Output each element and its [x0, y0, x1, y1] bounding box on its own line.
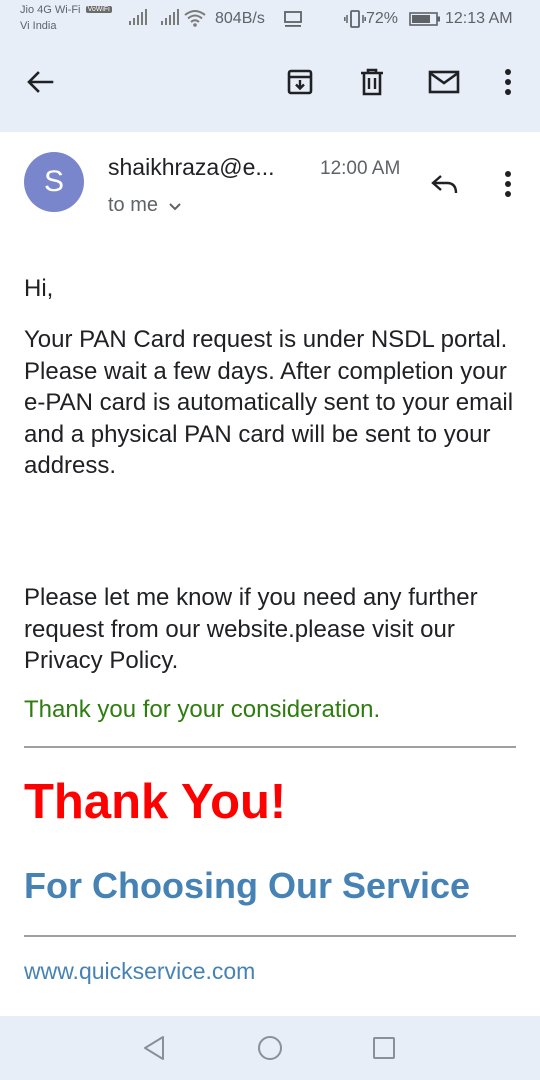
delete-icon [361, 68, 383, 96]
sent-time: 12:00 AM [320, 158, 401, 179]
battery-icon [409, 12, 440, 26]
carrier-primary-label: Jio 4G Wi-Fi [20, 4, 81, 16]
more-vert-icon [505, 171, 511, 197]
reply-button[interactable] [424, 164, 464, 204]
avatar-initial: S [43, 165, 64, 198]
message-paragraph: Your PAN Card request is under NSDL port… [24, 326, 514, 479]
vowifi-badge: VoWiFi [85, 6, 112, 13]
reply-icon [431, 175, 458, 194]
clock: 12:13 AM [445, 10, 513, 27]
toolbar [0, 40, 540, 132]
recipient-toggle[interactable]: to me [108, 194, 182, 217]
greeting: Hi, [24, 275, 54, 302]
thanks-line: Thank you for your consideration. [24, 696, 381, 723]
sender-name[interactable]: shaikhraza@e... [108, 154, 275, 181]
avatar[interactable]: S [24, 152, 84, 212]
recipient-label: to me [108, 194, 159, 216]
more-options-button[interactable] [488, 62, 528, 102]
screen-mirror-icon [284, 11, 302, 27]
square-recents-icon [373, 1037, 395, 1059]
archive-button[interactable] [280, 62, 320, 102]
signal-strength-icon [129, 9, 147, 25]
status-bar: Jio 4G Wi-Fi VoWiFi Vi India 804B/s 72% … [0, 0, 540, 40]
service-subheadline: For Choosing Our Service [24, 865, 471, 906]
archive-icon [287, 69, 313, 95]
circle-home-icon [258, 1036, 282, 1060]
back-arrow-icon [27, 71, 54, 93]
battery-percent: 72% [366, 10, 399, 27]
mark-unread-button[interactable] [424, 62, 464, 102]
website-link[interactable]: www.quickservice.com [24, 958, 255, 985]
divider [24, 935, 516, 937]
carrier-secondary: Vi India [20, 20, 57, 32]
back-button[interactable] [20, 62, 60, 102]
message-more-button[interactable] [488, 164, 528, 204]
system-nav-bar [0, 1016, 540, 1080]
chevron-down-icon [169, 202, 181, 210]
message-paragraph: Please let me know if you need any furth… [24, 584, 478, 674]
signal-strength-icon [161, 9, 179, 25]
nav-back-button[interactable] [136, 1030, 172, 1066]
triangle-back-icon [144, 1036, 164, 1060]
divider [24, 746, 516, 748]
nav-home-button[interactable] [252, 1030, 288, 1066]
more-vert-icon [505, 69, 511, 95]
vibrate-icon [344, 10, 366, 28]
nav-recents-button[interactable] [366, 1030, 402, 1066]
thank-you-headline: Thank You! [24, 775, 287, 829]
carrier-primary: Jio 4G Wi-Fi VoWiFi [20, 4, 112, 16]
network-speed: 804B/s [215, 10, 265, 27]
delete-button[interactable] [352, 62, 392, 102]
wifi-icon [184, 10, 206, 27]
mark-unread-icon [428, 70, 460, 94]
